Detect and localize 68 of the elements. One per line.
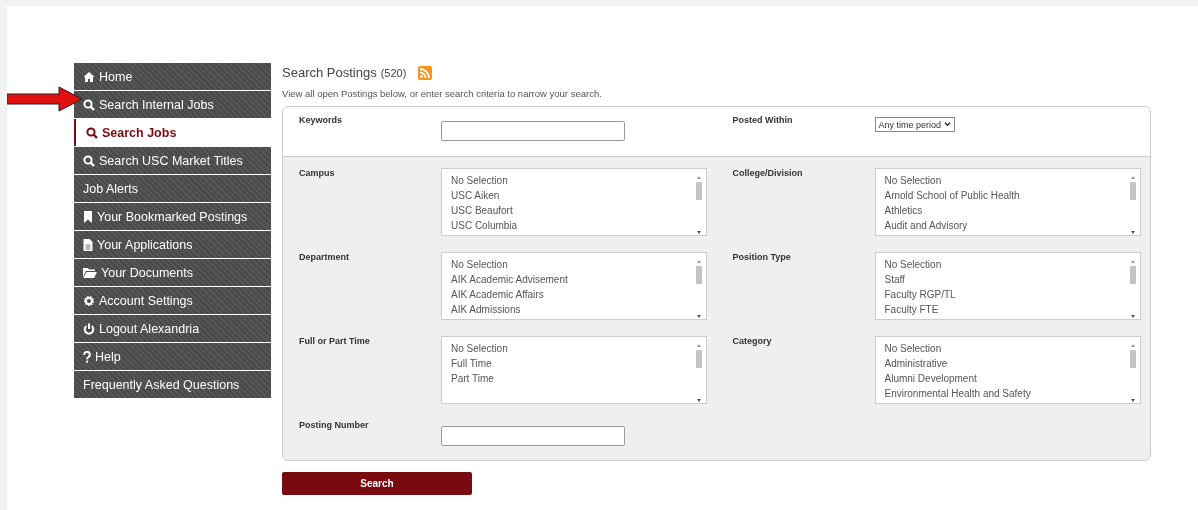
- search-icon: [83, 154, 95, 167]
- folder-icon: [83, 267, 97, 278]
- sidebar-item[interactable]: Frequently Asked Questions: [74, 371, 271, 398]
- list-option[interactable]: AIK Admissions: [451, 302, 568, 317]
- list-option[interactable]: Staff: [884, 272, 956, 287]
- sidebar-item[interactable]: Home: [74, 63, 271, 90]
- options-listbox[interactable]: No Selection Full Time Part Time: [441, 336, 707, 404]
- sidebar-item[interactable]: Search USC Market Titles: [74, 147, 271, 174]
- list-option[interactable]: USC Beaufort: [451, 203, 518, 218]
- field-label: Posted Within: [732, 115, 794, 127]
- list-option[interactable]: Full Time: [451, 356, 508, 371]
- field-label: Posting Number: [299, 420, 370, 432]
- sidebar-item[interactable]: Search Internal Jobs: [74, 91, 271, 118]
- document-icon: [83, 238, 93, 251]
- page-title: Search Postings: [282, 65, 377, 80]
- list-option[interactable]: Administrative: [884, 356, 1031, 371]
- list-option[interactable]: Faculty FTE: [884, 302, 956, 317]
- question-icon: [83, 350, 91, 363]
- list-option[interactable]: No Selection: [451, 341, 508, 356]
- options-listbox[interactable]: No Selection USC Aiken USC Beaufort USC Columbia: [441, 168, 707, 236]
- rss-icon[interactable]: [418, 65, 433, 80]
- list-option[interactable]: Environmental Health and Safety: [884, 386, 1031, 401]
- posting-number-field[interactable]: [441, 426, 625, 446]
- list-option[interactable]: Faculty RGP/TL: [884, 287, 956, 302]
- list-option[interactable]: Alumni Development: [884, 371, 1031, 386]
- search-icon: [83, 98, 95, 111]
- intro-text: View all open Postings below, or enter search criteria to narrow your search.: [282, 88, 603, 99]
- list-option[interactable]: No Selection: [884, 257, 956, 272]
- field-label: Full or Part Time: [299, 336, 371, 348]
- field-label: Keywords: [299, 115, 343, 127]
- keywords-field[interactable]: [441, 121, 625, 141]
- options-listbox[interactable]: No Selection Arnold School of Public Health Athletics Audit and Advisory: [874, 168, 1141, 236]
- caret-icon: [944, 122, 952, 127]
- home-icon: [83, 70, 95, 83]
- sidebar-item[interactable]: Your Bookmarked Postings: [74, 203, 271, 230]
- list-option[interactable]: No Selection: [884, 341, 1031, 356]
- sidebar-item[interactable]: Logout Alexandria: [74, 315, 271, 342]
- list-option[interactable]: No Selection: [451, 173, 518, 188]
- list-option[interactable]: Audit and Advisory: [884, 218, 1020, 233]
- list-option[interactable]: Arnold School of Public Health: [884, 188, 1020, 203]
- sidebar-item[interactable]: Help: [74, 343, 271, 370]
- bookmark-icon: [83, 210, 93, 223]
- time-period-dropdown[interactable]: Any time period: [874, 117, 956, 132]
- settings-icon: [83, 294, 95, 307]
- list-option[interactable]: AIK Academic Affairs: [451, 287, 568, 302]
- sidebar-item[interactable]: Your Documents: [74, 259, 271, 286]
- field-label: College/Division: [732, 168, 804, 180]
- postings-count: (520): [380, 66, 407, 79]
- search-icon: [86, 126, 98, 139]
- options-listbox[interactable]: No Selection AIK Academic Advisement AIK Academic Affairs AIK Admissions: [441, 252, 707, 320]
- field-label: Campus: [299, 168, 336, 180]
- power-icon: [83, 322, 95, 335]
- list-option[interactable]: AIK Academic Advisement: [451, 272, 568, 287]
- list-option[interactable]: No Selection: [451, 257, 568, 272]
- options-listbox[interactable]: No Selection Administrative Alumni Development Environmental Health and Safety: [874, 336, 1141, 404]
- field-label: Position Type: [732, 252, 792, 264]
- options-listbox[interactable]: No Selection Staff Faculty RGP/TL Faculty FTE: [874, 252, 1141, 320]
- field-label: Category: [732, 336, 773, 348]
- sidebar-item[interactable]: Account Settings: [74, 287, 271, 314]
- sidebar-item[interactable]: Your Applications: [74, 231, 271, 258]
- field-label: Department: [299, 252, 350, 264]
- list-option[interactable]: Athletics: [884, 203, 1020, 218]
- list-option[interactable]: Part Time: [451, 371, 508, 386]
- sidebar-item[interactable]: Job Alerts: [74, 175, 271, 202]
- search-button[interactable]: Search: [282, 472, 472, 495]
- list-option[interactable]: No Selection: [884, 173, 1020, 188]
- list-option[interactable]: USC Columbia: [451, 218, 518, 233]
- list-option[interactable]: USC Aiken: [451, 188, 518, 203]
